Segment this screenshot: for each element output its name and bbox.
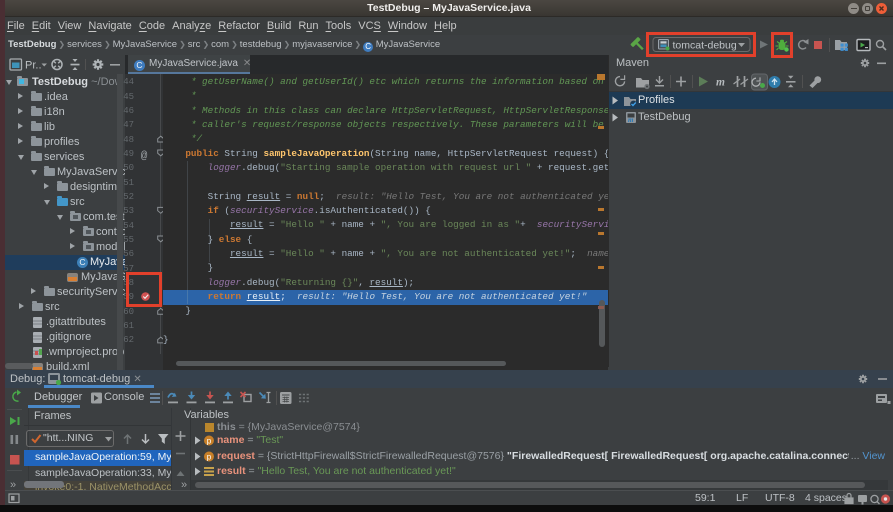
svg-text:»: »: [10, 479, 16, 490]
svg-text:Pr..: Pr..: [25, 60, 42, 72]
svg-text:p: p: [207, 452, 212, 461]
svg-text:m: m: [716, 77, 725, 89]
svg-text:p: p: [207, 437, 212, 446]
svg-text:m: m: [628, 116, 634, 124]
svg-text:@: @: [141, 151, 148, 163]
svg-text:»: »: [181, 479, 187, 490]
